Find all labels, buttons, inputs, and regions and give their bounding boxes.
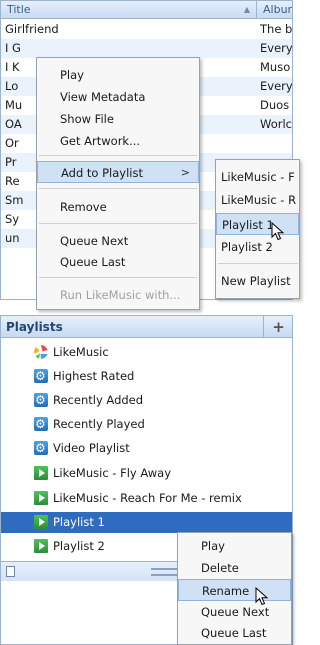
playlist-icon [34,539,48,553]
playlist-item-label: Playlist 2 [53,539,105,553]
sort-ascending-icon: ▲ [243,5,250,14]
submenu-item-label: LikeMusic - F [221,170,295,184]
menu-item-add-to-playlist[interactable]: Add to Playlist > [37,161,199,183]
resize-grip-icon[interactable] [151,568,177,576]
menu-item-label: Show File [60,112,114,126]
menu-separator [39,277,197,278]
playlist-item-playlist-1[interactable]: Playlist 1 [1,512,292,533]
menu-separator [39,155,197,156]
menu-item-label: View Metadata [60,90,146,104]
menu-item-run-likemusic-with[interactable]: Run LikeMusic with... [37,284,199,306]
submenu-item-likemusic-fly-away[interactable]: LikeMusic - F [216,166,299,188]
menu-item-label: Queue Last [60,255,126,269]
table-row[interactable]: Girlfriend The b [1,20,293,39]
menu-item-play[interactable]: Play [178,535,291,557]
smart-playlist-icon [34,438,48,459]
playlist-item-likemusic-reach-for-me-remix[interactable]: LikeMusic - Reach For Me - remix [1,488,292,509]
playlist-context-menu: Play Delete Rename Queue Next Queue Last [177,532,292,645]
menu-item-label: Queue Next [60,234,129,248]
playlist-icon [34,466,48,480]
submenu-item-label: Playlist 2 [221,240,273,254]
menu-separator [218,263,298,264]
smart-playlist-icon [34,414,48,435]
track-album: Duos [260,98,290,112]
smart-playlist-icon [34,366,48,387]
document-icon[interactable] [6,566,15,577]
menu-item-show-file[interactable]: Show File [37,108,199,130]
playlists-header: Playlists + [1,316,292,338]
submenu-item-playlist-2[interactable]: Playlist 2 [216,236,299,258]
track-album: Every [260,79,293,93]
likemusic-icon [34,345,48,359]
playlist-item-label: LikeMusic - Fly Away [53,466,172,480]
column-header-title-label: Title [7,3,31,16]
playlist-item-recently-played[interactable]: Recently Played [1,414,292,435]
mouse-cursor-icon [271,222,285,241]
menu-item-view-metadata[interactable]: View Metadata [37,86,199,108]
menu-item-queue-next[interactable]: Queue Next [37,230,199,252]
submenu-arrow-icon: > [180,166,190,179]
track-title: Girlfriend [5,22,59,36]
playlist-item-label: Video Playlist [53,441,130,455]
menu-separator [39,188,197,189]
playlist-icon [34,491,48,505]
playlist-item-label: Recently Played [53,417,145,431]
menu-item-label: Play [60,68,84,82]
playlist-item-label: LikeMusic - Reach For Me - remix [53,491,242,505]
submenu-item-likemusic-reach-for-me[interactable]: LikeMusic - R [216,189,299,211]
mouse-cursor-icon [255,587,269,606]
playlist-icon [34,515,48,529]
menu-separator [39,223,197,224]
playlist-item-likemusic[interactable]: LikeMusic [1,342,292,363]
menu-item-label: Rename [202,584,250,598]
menu-item-rename[interactable]: Rename [178,579,291,601]
menu-item-label: Queue Last [201,626,267,640]
column-header-title[interactable]: Title ▲ [1,1,257,19]
submenu-item-label: New Playlist [221,274,291,288]
menu-item-label: Run LikeMusic with... [60,288,181,302]
menu-item-queue-last[interactable]: Queue Last [178,622,291,644]
menu-item-label: Remove [60,200,107,214]
track-album: Every [260,41,293,55]
add-to-playlist-submenu: LikeMusic - F LikeMusic - R Playlist 1 P… [215,159,300,299]
menu-item-play[interactable]: Play [37,64,199,86]
menu-item-remove[interactable]: Remove [37,196,199,218]
playlist-item-likemusic-fly-away[interactable]: LikeMusic - Fly Away [1,463,292,484]
submenu-item-label: LikeMusic - R [221,193,297,207]
menu-item-get-artwork[interactable]: Get Artwork... [37,130,199,152]
submenu-item-label: Playlist 1 [222,218,274,232]
track-title: I G [5,41,21,55]
playlist-item-label: Playlist 1 [53,515,105,529]
column-header-album-label: Album [263,3,292,16]
menu-item-label: Delete [201,561,239,575]
playlist-item-label: Highest Rated [53,369,135,383]
column-header-album[interactable]: Album [257,1,292,19]
playlist-item-label: Recently Added [53,393,144,407]
playlists-title: Playlists [6,320,63,334]
menu-item-queue-last[interactable]: Queue Last [37,251,199,273]
track-album: Muso [260,60,291,74]
track-album: Worlc [260,117,292,131]
menu-item-queue-next[interactable]: Queue Next [178,601,291,623]
submenu-item-new-playlist[interactable]: New Playlist [216,270,299,292]
playlist-item-label: LikeMusic [53,345,109,359]
menu-item-label: Play [201,539,225,553]
menu-item-label: Get Artwork... [60,134,141,148]
track-context-menu: Play View Metadata Show File Get Artwork… [36,57,200,310]
track-album: The b [260,22,293,36]
playlist-item-video-playlist[interactable]: Video Playlist [1,438,292,459]
add-playlist-button[interactable]: + [263,316,292,338]
menu-item-label: Add to Playlist [61,166,143,180]
playlist-item-highest-rated[interactable]: Highest Rated [1,366,292,387]
menu-item-delete[interactable]: Delete [178,557,291,579]
playlist-item-recently-added[interactable]: Recently Added [1,390,292,411]
smart-playlist-icon [34,390,48,411]
submenu-item-playlist-1[interactable]: Playlist 1 [216,213,299,235]
menu-item-label: Queue Next [201,605,270,619]
table-row[interactable]: I G Every [1,39,293,58]
